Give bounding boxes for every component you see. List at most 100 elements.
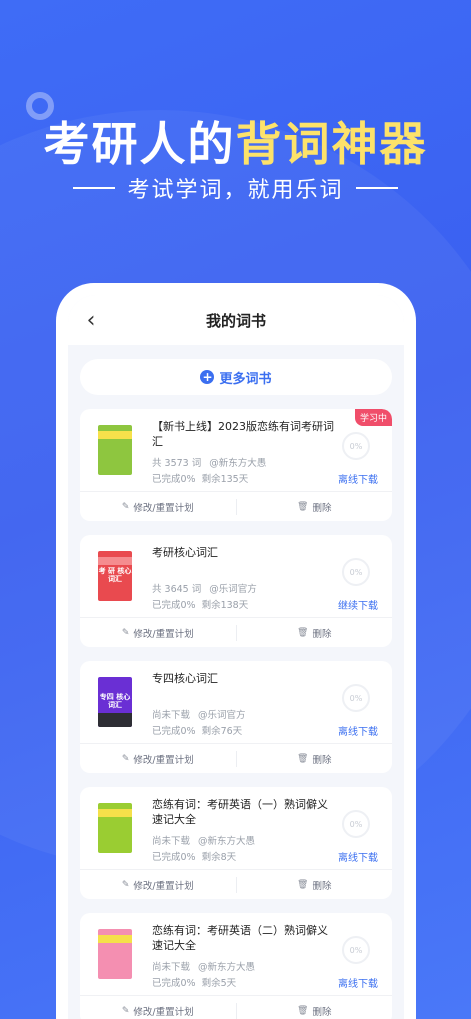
book-cover: [98, 803, 132, 853]
word-count: 共 3645 词: [152, 584, 202, 595]
word-count: 共 3573 词: [152, 458, 202, 469]
book-card[interactable]: 考 研 核心词汇 考研核心词汇 共 3645 词 @乐词官方 已完成0% 剩余138…: [80, 535, 392, 647]
book-author: @乐词官方: [209, 584, 257, 595]
book-cover: [98, 929, 132, 979]
progress-ring: 0%: [342, 936, 370, 964]
word-count: 尚未下载: [152, 836, 191, 847]
book-title: 专四核心词汇: [152, 672, 218, 685]
remaining-days: 剩余138天: [201, 600, 249, 611]
delete-label: 删除: [312, 754, 332, 766]
subline-left-dash: [73, 187, 116, 189]
back-icon[interactable]: ‹: [78, 307, 104, 333]
book-actions: ✎ 修改/重置计划 🗑 删除: [80, 995, 392, 1019]
completed-text: 已完成0%: [152, 474, 196, 485]
delete-label: 删除: [312, 628, 332, 640]
book-card-body[interactable]: 【新书上线】2023版恋练有词考研词汇 共 3573 词 @新东方大愚 已完成0%…: [80, 409, 392, 491]
delete-button[interactable]: 🗑 删除: [237, 752, 393, 766]
book-meta: 共 3645 词 @乐词官方: [152, 581, 257, 595]
book-actions: ✎ 修改/重置计划 🗑 删除: [80, 743, 392, 773]
book-title: 恋练有词：考研英语（一）熟词僻义速记大全: [152, 798, 328, 826]
trash-icon: 🗑: [297, 1005, 309, 1016]
edit-plan-button[interactable]: ✎ 修改/重置计划: [80, 1004, 236, 1018]
plus-icon: +: [200, 370, 215, 384]
remaining-days: 剩余8天: [201, 852, 237, 863]
delete-button[interactable]: 🗑 删除: [237, 626, 393, 640]
book-cover: 考 研 核心词汇: [98, 551, 132, 601]
delete-label: 删除: [312, 880, 332, 892]
download-link[interactable]: 离线下载: [338, 471, 378, 486]
book-actions: ✎ 修改/重置计划 🗑 删除: [80, 869, 392, 899]
delete-button[interactable]: 🗑 删除: [237, 878, 393, 892]
completed-text: 已完成0%: [152, 852, 196, 863]
trash-icon: 🗑: [297, 627, 309, 638]
cover-band: [98, 431, 132, 439]
cover-band: [98, 809, 132, 817]
progress-ring: 0%: [342, 684, 370, 712]
book-card-body[interactable]: 恋练有词：考研英语（二）熟词僻义速记大全 尚未下载 @新东方大愚 已完成0% 剩余5…: [80, 913, 392, 995]
book-author: @新东方大愚: [209, 458, 267, 469]
progress-ring: 0%: [342, 558, 370, 586]
edit-plan-label: 修改/重置计划: [133, 880, 194, 892]
phone-frame: ‹ 我的词书 + 更多词书 【新书上线】2023版恋练有词考研词汇 共 3573…: [56, 283, 416, 1019]
book-card[interactable]: 专四 核心词汇 专四核心词汇 尚未下载 @乐词官方 已完成0% 剩余76天 0% 离…: [80, 661, 392, 773]
book-card[interactable]: 恋练有词：考研英语（一）熟词僻义速记大全 尚未下载 @新东方大愚 已完成0% 剩余8…: [80, 787, 392, 899]
cover-band: [98, 557, 132, 565]
book-progress-text: 已完成0% 剩余135天: [152, 471, 248, 485]
progress-ring: 0%: [342, 432, 370, 460]
book-list: 【新书上线】2023版恋练有词考研词汇 共 3573 词 @新东方大愚 已完成0%…: [68, 409, 404, 1019]
book-progress-text: 已完成0% 剩余5天: [152, 975, 236, 989]
edit-plan-button[interactable]: ✎ 修改/重置计划: [80, 752, 236, 766]
book-meta: 尚未下载 @乐词官方: [152, 707, 246, 721]
subline-text: 考试学词，就用乐词: [127, 178, 344, 203]
edit-plan-button[interactable]: ✎ 修改/重置计划: [80, 878, 236, 892]
book-title: 恋练有词：考研英语（二）熟词僻义速记大全: [152, 924, 328, 952]
download-link[interactable]: 离线下载: [338, 849, 378, 864]
book-card-body[interactable]: 专四 核心词汇 专四核心词汇 尚未下载 @乐词官方 已完成0% 剩余76天 0% 离…: [80, 661, 392, 743]
download-link[interactable]: 继续下载: [338, 597, 378, 612]
remaining-days: 剩余76天: [201, 726, 243, 737]
book-card[interactable]: 恋练有词：考研英语（二）熟词僻义速记大全 尚未下载 @新东方大愚 已完成0% 剩余5…: [80, 913, 392, 1019]
pencil-icon: ✎: [121, 753, 130, 764]
cover-text: 考 研 核心词汇: [98, 567, 132, 583]
completed-text: 已完成0%: [152, 978, 196, 989]
trash-icon: 🗑: [297, 879, 309, 890]
delete-button[interactable]: 🗑 删除: [237, 500, 393, 514]
pencil-icon: ✎: [121, 879, 130, 890]
book-cover: 专四 核心词汇: [98, 677, 132, 727]
book-author: @新东方大愚: [198, 836, 256, 847]
edit-plan-label: 修改/重置计划: [133, 1006, 194, 1018]
book-title: 【新书上线】2023版恋练有词考研词汇: [152, 420, 334, 448]
book-title: 考研核心词汇: [152, 546, 218, 559]
download-link[interactable]: 离线下载: [338, 723, 378, 738]
more-books-label: 更多词书: [219, 371, 272, 387]
banner-headline-highlight: 背词神器: [235, 117, 428, 171]
download-link[interactable]: 离线下载: [338, 975, 378, 990]
cover-band: [98, 713, 132, 727]
edit-plan-label: 修改/重置计划: [133, 754, 194, 766]
more-books-button[interactable]: + 更多词书: [80, 359, 392, 395]
trash-icon: 🗑: [297, 753, 309, 764]
book-actions: ✎ 修改/重置计划 🗑 删除: [80, 491, 392, 521]
book-card-body[interactable]: 考 研 核心词汇 考研核心词汇 共 3645 词 @乐词官方 已完成0% 剩余138…: [80, 535, 392, 617]
book-cover: [98, 425, 132, 475]
pencil-icon: ✎: [121, 1005, 130, 1016]
subline-right-dash: [355, 187, 398, 189]
book-card-body[interactable]: 恋练有词：考研英语（一）熟词僻义速记大全 尚未下载 @新东方大愚 已完成0% 剩余8…: [80, 787, 392, 869]
book-meta: 尚未下载 @新东方大愚: [152, 833, 255, 847]
remaining-days: 剩余5天: [201, 978, 237, 989]
edit-plan-button[interactable]: ✎ 修改/重置计划: [80, 500, 236, 514]
cover-text: 专四 核心词汇: [99, 693, 131, 709]
completed-text: 已完成0%: [152, 726, 196, 737]
edit-plan-label: 修改/重置计划: [133, 628, 194, 640]
trash-icon: 🗑: [297, 501, 309, 512]
book-card[interactable]: 【新书上线】2023版恋练有词考研词汇 共 3573 词 @新东方大愚 已完成0%…: [80, 409, 392, 521]
edit-plan-label: 修改/重置计划: [133, 502, 194, 514]
progress-ring: 0%: [342, 810, 370, 838]
pencil-icon: ✎: [121, 627, 130, 638]
banner-subline: 考试学词，就用乐词: [0, 172, 471, 204]
pencil-icon: ✎: [121, 501, 130, 512]
book-author: @乐词官方: [198, 710, 246, 721]
remaining-days: 剩余135天: [201, 474, 249, 485]
delete-button[interactable]: 🗑 删除: [237, 1004, 393, 1018]
edit-plan-button[interactable]: ✎ 修改/重置计划: [80, 626, 236, 640]
